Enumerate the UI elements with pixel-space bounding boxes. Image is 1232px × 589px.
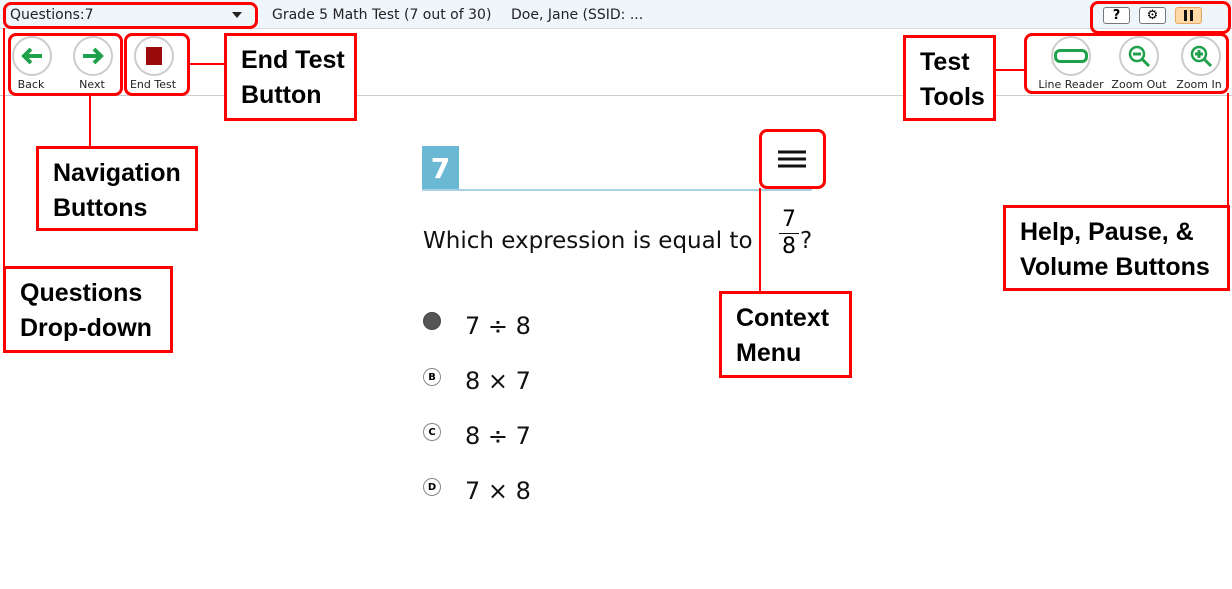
option-b[interactable]: 8 × 7 [465, 367, 531, 395]
question-number: 7 [422, 146, 459, 190]
option-a[interactable]: 7 ÷ 8 [465, 312, 531, 340]
option-d-radio[interactable]: D [423, 478, 441, 496]
annotation-tools-box [1024, 33, 1229, 94]
connector [759, 188, 761, 292]
connector [89, 95, 91, 147]
question-stem: Which expression is equal to [423, 228, 753, 254]
connector [3, 28, 5, 268]
option-a-radio[interactable] [423, 312, 441, 330]
annotation-questions-box [3, 2, 258, 29]
callout-navigation: Navigation Buttons [36, 146, 198, 231]
fraction: 78 [779, 207, 799, 260]
student-name: Doe, Jane (SSID: ... [511, 7, 644, 23]
option-c[interactable]: 8 ÷ 7 [465, 422, 531, 450]
option-c-radio[interactable]: C [423, 423, 441, 441]
question-text: Which expression is equal to [423, 228, 753, 254]
connector [189, 63, 224, 65]
question-divider [422, 189, 812, 191]
callout-context: Context Menu [719, 291, 852, 378]
callout-help: Help, Pause, & Volume Buttons [1003, 205, 1230, 291]
numerator: 7 [779, 207, 799, 234]
annotation-help-box [1090, 1, 1231, 34]
connector [1227, 93, 1229, 206]
question-suffix: ? [800, 228, 813, 254]
callout-end-test: End Test Button [224, 33, 357, 121]
connector [995, 69, 1025, 71]
test-title: Grade 5 Math Test (7 out of 30) [272, 7, 492, 23]
denominator: 8 [782, 234, 796, 259]
annotation-end-box [124, 33, 190, 96]
callout-questions: Questions Drop-down [3, 266, 173, 353]
annotation-context-box [759, 129, 826, 189]
annotation-nav-box [8, 33, 123, 96]
callout-test-tools: Test Tools [903, 35, 996, 121]
option-b-radio[interactable]: B [423, 368, 441, 386]
option-d[interactable]: 7 × 8 [465, 477, 531, 505]
